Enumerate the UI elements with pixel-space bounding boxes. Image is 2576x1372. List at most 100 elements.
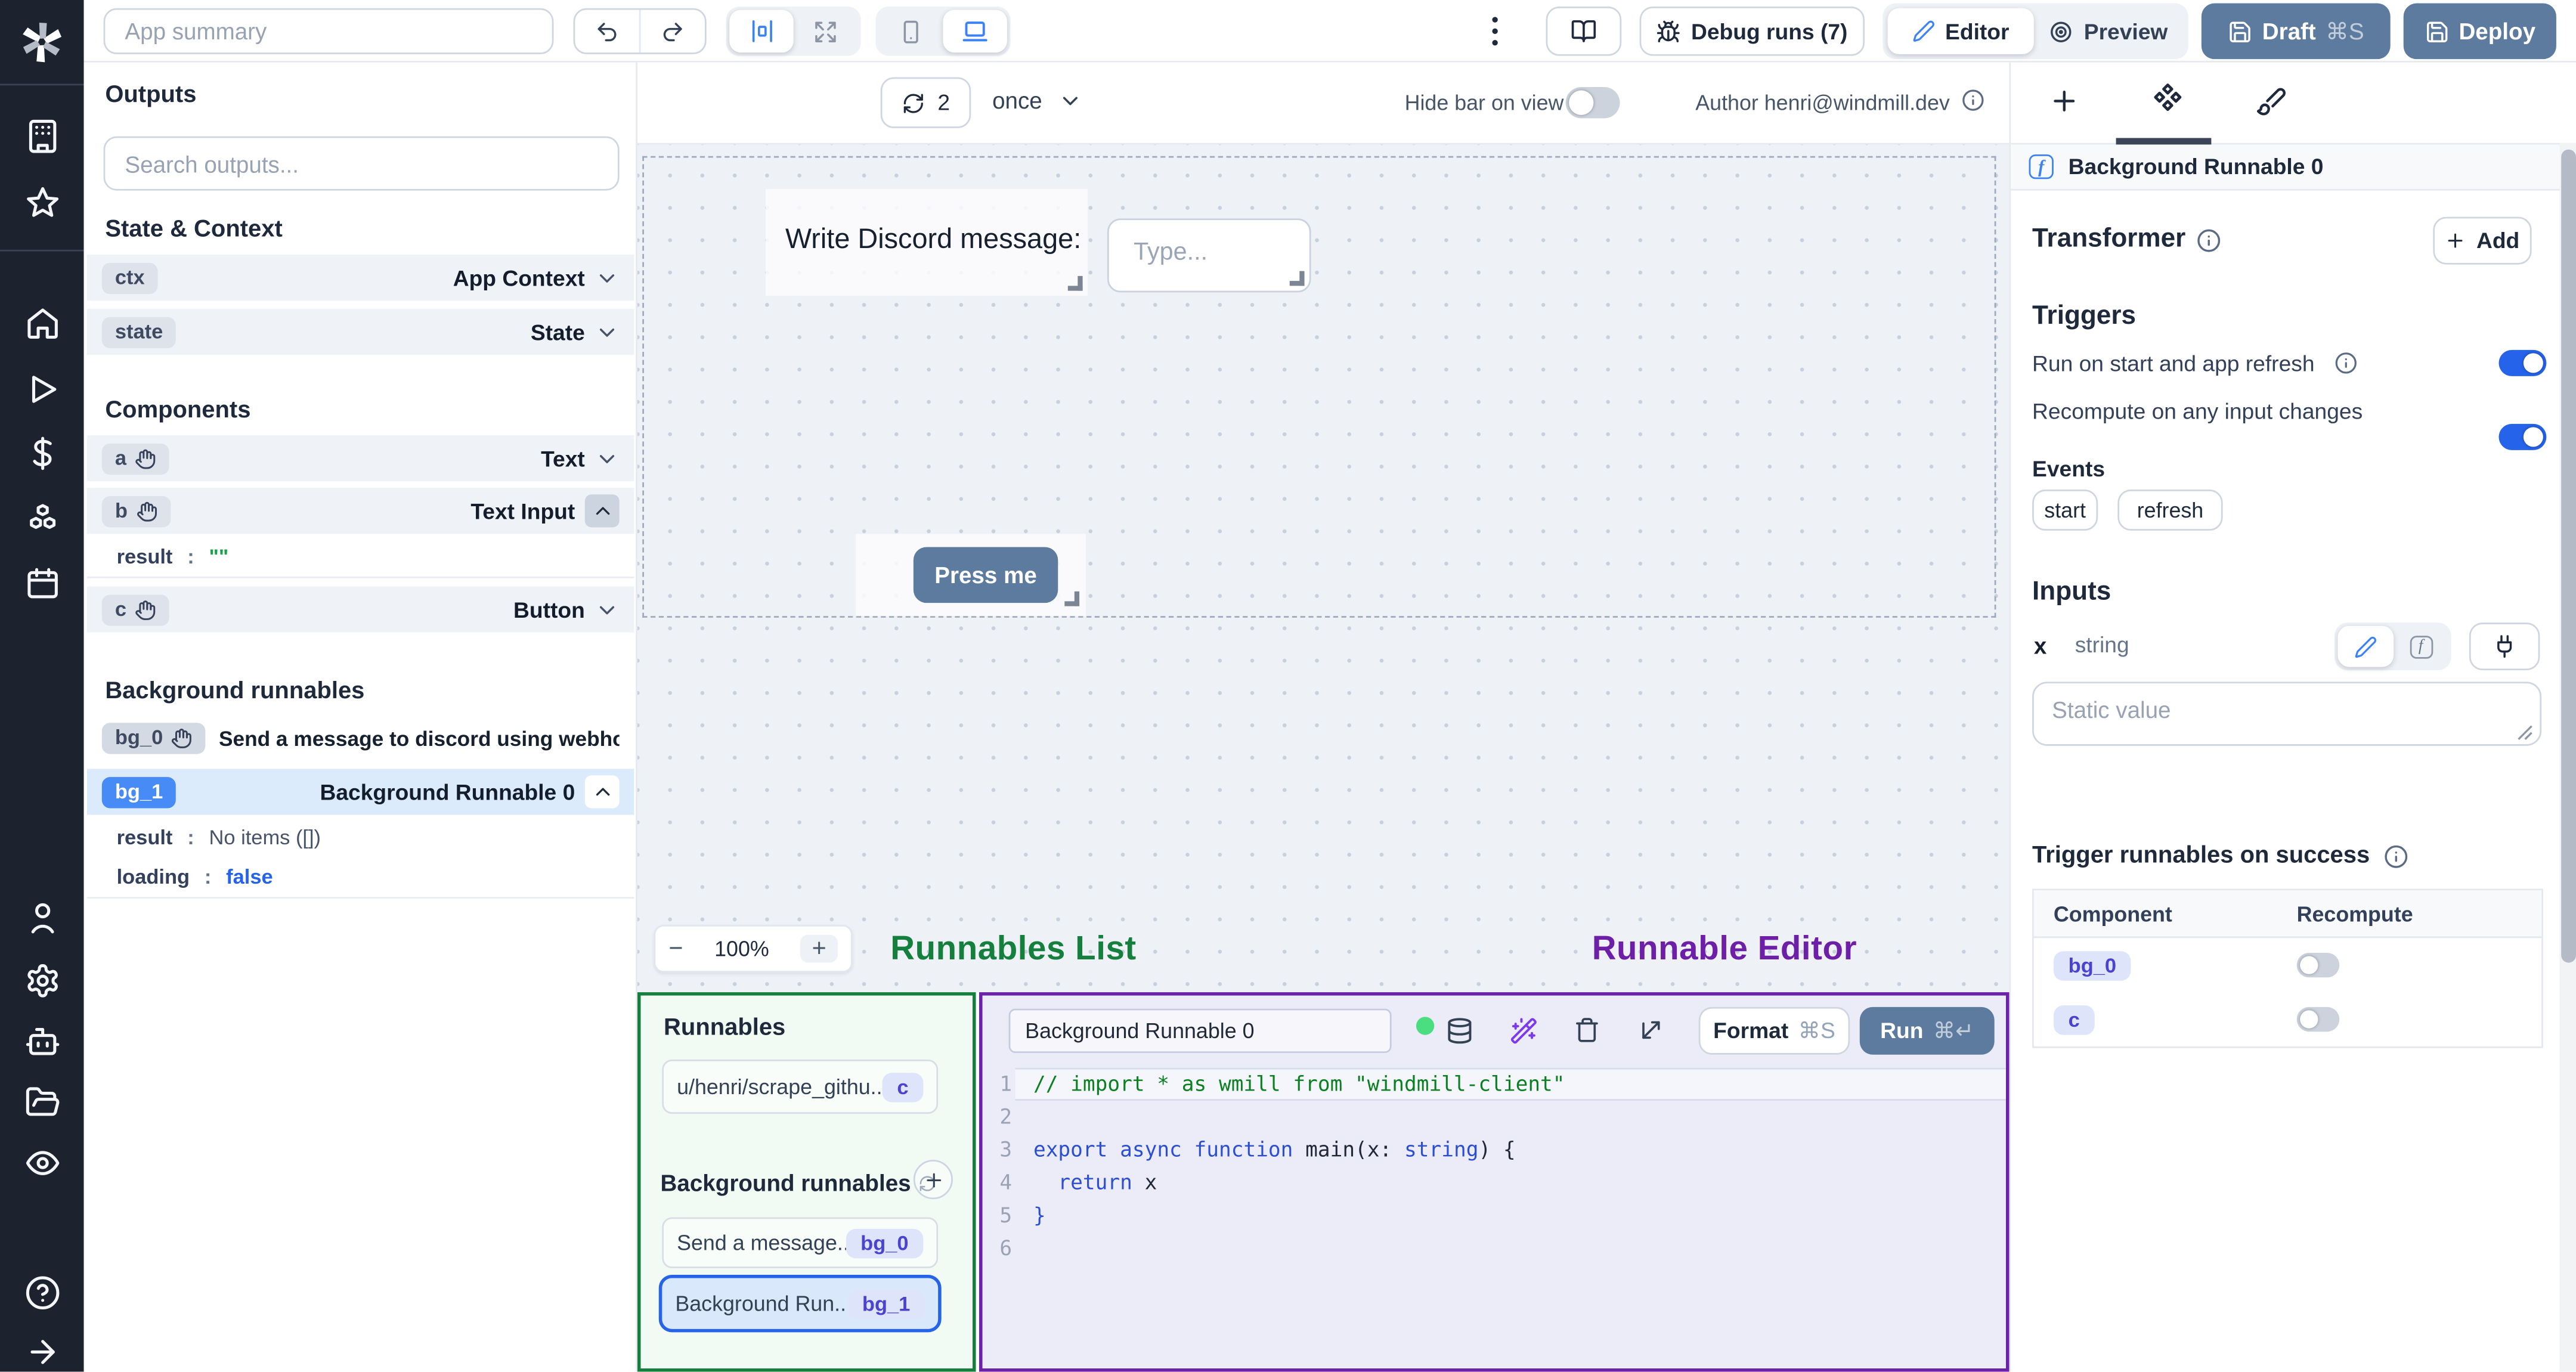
deploy-button[interactable]: Deploy: [2403, 3, 2556, 60]
bg0-badge-label: bg_0: [114, 726, 163, 750]
cache-database-icon[interactable]: [1445, 1017, 1473, 1045]
settings-gear-icon[interactable]: [24, 962, 60, 999]
trigger1-label: Run on start and app refresh: [2032, 351, 2315, 376]
audit-eye-icon[interactable]: [24, 1145, 60, 1181]
folder-open-icon[interactable]: [24, 1084, 60, 1120]
text-component[interactable]: Write Discord message:: [765, 188, 1088, 296]
debug-runs-button[interactable]: Debug runs (7): [1639, 7, 1865, 56]
component-row-a[interactable]: a Text: [87, 435, 634, 482]
add-transformer-button[interactable]: Add: [2433, 216, 2532, 265]
code-line[interactable]: 2: [983, 1101, 2006, 1133]
chevron-down-icon[interactable]: [595, 446, 619, 470]
runnables-list-label: Runnables List: [890, 930, 1137, 968]
code-line[interactable]: 6: [983, 1232, 2006, 1265]
insert-component-tab-plus-icon[interactable]: [2049, 85, 2080, 116]
runnable-name-input[interactable]: [1008, 1008, 1392, 1054]
refresh-mode-dropdown[interactable]: once: [992, 87, 1083, 113]
output-row-state[interactable]: state State: [87, 308, 634, 355]
redo-button[interactable]: [640, 10, 704, 53]
variables-dollar-icon[interactable]: [24, 435, 60, 472]
user-icon[interactable]: [24, 900, 60, 937]
mobile-view-button[interactable]: [879, 10, 943, 53]
run-button[interactable]: Run ⌘↵: [1859, 1006, 1995, 1055]
preview-tab[interactable]: Preview: [2034, 8, 2184, 54]
code-line[interactable]: 1// import * as wmill from "windmill-cli…: [983, 1068, 2006, 1101]
zoom-out-button[interactable]: −: [668, 935, 683, 963]
undo-button[interactable]: [575, 10, 641, 53]
refresh-count: 2: [937, 90, 950, 115]
bg1-row-selected[interactable]: bg_1 Background Runnable 0: [87, 769, 634, 815]
collapse-b-button[interactable]: [584, 494, 620, 528]
info-icon[interactable]: [1962, 89, 1985, 112]
building-icon[interactable]: [24, 118, 60, 154]
ai-wand-icon[interactable]: [1510, 1017, 1538, 1045]
resize-handle[interactable]: [1064, 591, 1080, 606]
center-layout-button[interactable]: [729, 10, 794, 53]
result-value: "": [209, 544, 229, 568]
editor-tab[interactable]: Editor: [1887, 8, 2034, 54]
desktop-view-button[interactable]: [943, 10, 1007, 53]
recompute-bg0-toggle[interactable]: [2296, 952, 2340, 978]
code-line[interactable]: 3 export async function main(x: string) {: [983, 1133, 2006, 1166]
press-me-button[interactable]: Press me: [913, 547, 1058, 603]
resources-boxes-icon[interactable]: [24, 501, 60, 537]
runnable-item-script[interactable]: u/henri/scrape_githu... c: [662, 1060, 939, 1114]
connect-plug-button[interactable]: [2469, 622, 2540, 671]
recompute-c-toggle[interactable]: [2296, 1006, 2340, 1032]
collapse-arrow-right-icon[interactable]: [24, 1334, 60, 1370]
refresh-count-button[interactable]: 2: [880, 77, 971, 128]
runnable-item-bg0[interactable]: Send a message... bg_0: [662, 1217, 939, 1268]
static-mode-button[interactable]: [2337, 625, 2394, 667]
component-row-c[interactable]: c Button: [87, 586, 634, 633]
runs-play-icon[interactable]: [24, 371, 60, 408]
docs-button[interactable]: [1546, 7, 1622, 56]
more-menu-button[interactable]: [1480, 13, 1510, 49]
format-button[interactable]: Format ⌘S: [1698, 1006, 1850, 1055]
bg0-row[interactable]: bg_0 Send a message to discord using web…: [87, 714, 634, 761]
add-background-runnable-button[interactable]: [913, 1160, 953, 1200]
schedules-calendar-icon[interactable]: [24, 565, 60, 602]
info-icon[interactable]: [2197, 228, 2221, 253]
runnable-item-label: u/henri/scrape_githu...: [677, 1074, 883, 1100]
workers-robot-icon[interactable]: [24, 1023, 60, 1060]
run-on-start-toggle[interactable]: [2498, 349, 2547, 376]
help-icon[interactable]: [24, 1275, 60, 1311]
component-row-b[interactable]: b Text Input: [87, 488, 634, 534]
eval-mode-button[interactable]: f: [2394, 626, 2448, 667]
info-icon[interactable]: [2383, 844, 2407, 868]
app-canvas[interactable]: Write Discord message: Type... Press me …: [637, 144, 2010, 993]
resize-handle[interactable]: [1289, 271, 1305, 286]
chevron-down-icon[interactable]: [595, 597, 619, 621]
styling-brush-tab-icon[interactable]: [2256, 85, 2287, 116]
hide-bar-toggle[interactable]: [1565, 87, 1620, 119]
fullwidth-layout-button[interactable]: [794, 10, 857, 53]
textarea-resize-grip[interactable]: [2517, 724, 2534, 741]
app-summary-input[interactable]: [103, 8, 554, 54]
search-outputs-input[interactable]: [103, 136, 620, 191]
runnable-item-bg1-selected[interactable]: Background Run... bg_1: [658, 1274, 942, 1333]
chevron-down-icon[interactable]: [595, 265, 619, 290]
text-input-component[interactable]: Type...: [1107, 218, 1311, 293]
home-icon[interactable]: [24, 305, 60, 342]
event-start-button[interactable]: start: [2032, 490, 2098, 531]
collapse-bg1-button[interactable]: [584, 775, 620, 809]
draft-button[interactable]: Draft ⌘S: [2201, 3, 2391, 60]
static-value-textarea[interactable]: [2032, 682, 2542, 746]
zoom-in-button[interactable]: +: [800, 934, 838, 963]
delete-trash-icon[interactable]: [1574, 1017, 1600, 1043]
code-line[interactable]: 5}: [983, 1199, 2006, 1232]
chevron-down-icon[interactable]: [595, 320, 619, 344]
output-row-ctx[interactable]: ctx App Context: [87, 255, 634, 301]
expand-editor-icon[interactable]: [1638, 1017, 1664, 1043]
recompute-toggle[interactable]: [2498, 423, 2547, 450]
event-refresh-button[interactable]: refresh: [2117, 490, 2223, 531]
component-settings-tab-icon[interactable]: [2149, 82, 2187, 120]
code-line[interactable]: 4 return x: [983, 1166, 2006, 1199]
scrollbar-thumb[interactable]: [2561, 149, 2576, 963]
info-icon[interactable]: [2334, 352, 2358, 375]
scrollbar-track[interactable]: [2559, 143, 2576, 1372]
resize-handle[interactable]: [1067, 275, 1083, 291]
windmill-logo-icon[interactable]: [18, 18, 66, 66]
column-recompute: Recompute: [2296, 901, 2413, 926]
star-icon[interactable]: [24, 185, 60, 222]
